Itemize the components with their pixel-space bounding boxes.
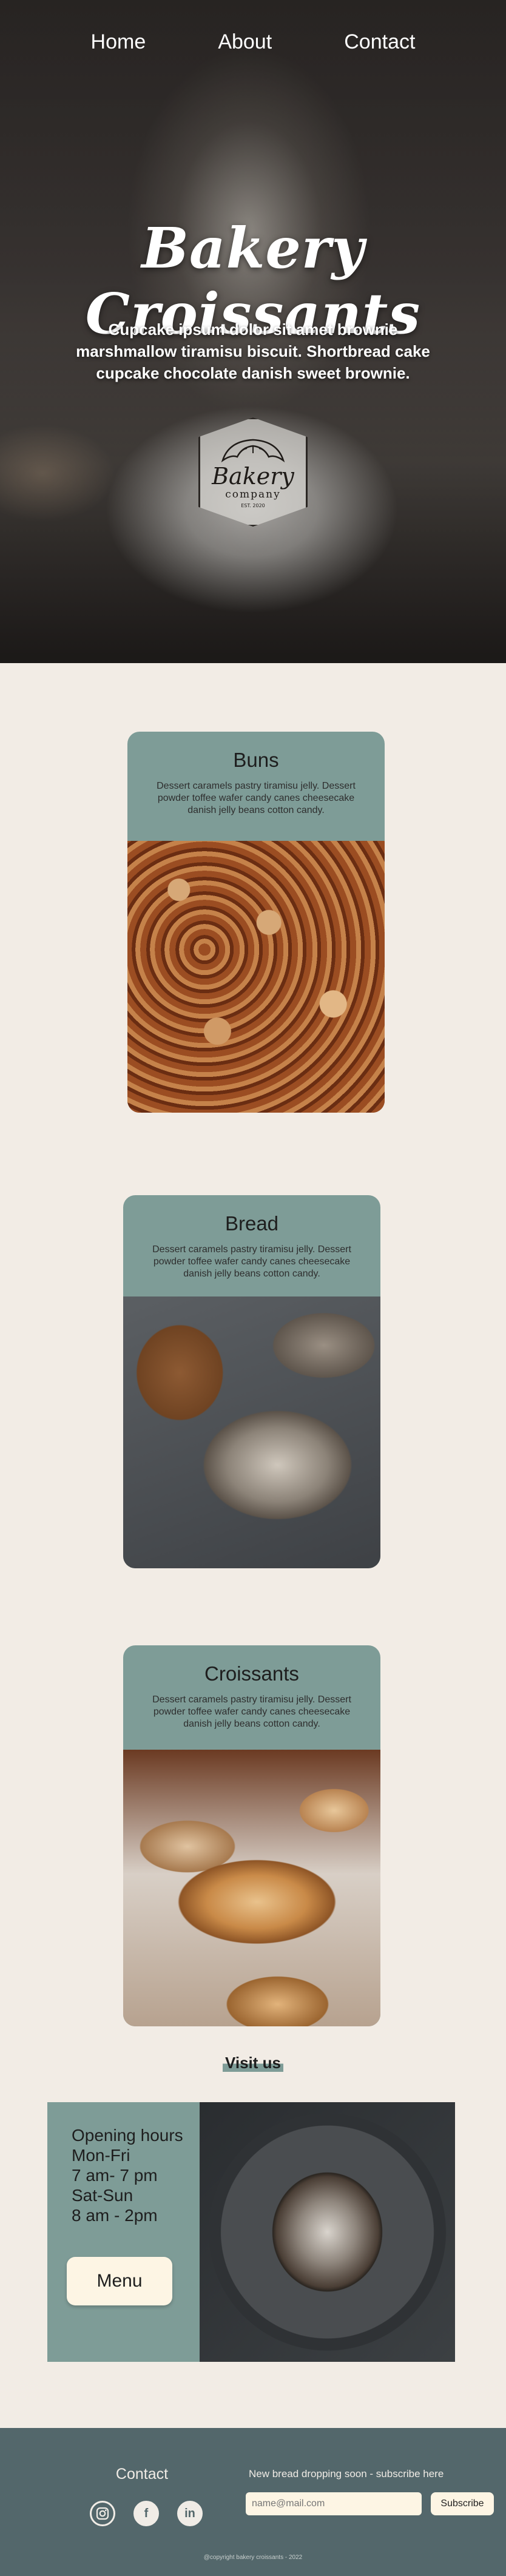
- footer: Contact f in New bread dropping soon - s…: [0, 2428, 506, 2576]
- instagram-glyph: [96, 2507, 109, 2520]
- linkedin-icon[interactable]: in: [177, 2501, 203, 2526]
- buns-image: [127, 841, 385, 1113]
- logo-company: company: [225, 488, 281, 501]
- nav-about[interactable]: About: [218, 30, 272, 54]
- card-description: Dessert caramels pastry tiramisu jelly. …: [157, 781, 356, 815]
- logo-brand: Bakery: [212, 462, 294, 490]
- email-input[interactable]: [246, 2492, 422, 2515]
- main-nav: Home About Contact: [0, 30, 506, 54]
- card-bread[interactable]: Bread Dessert caramels pastry tiramisu j…: [123, 1195, 380, 1568]
- card-header: Bread Dessert caramels pastry tiramisu j…: [123, 1195, 380, 1296]
- social-links: f in: [90, 2501, 203, 2526]
- instagram-icon[interactable]: [90, 2501, 115, 2526]
- hero-subtitle: Cupcake ipsum dolor sit amet brownie mar…: [76, 320, 430, 382]
- copyright: @copyright bakery croissants - 2022: [203, 2554, 303, 2561]
- hours-line: Mon-Fri: [72, 2146, 130, 2165]
- card-description: Dessert caramels pastry tiramisu jelly. …: [152, 1244, 351, 1279]
- subscribe-button[interactable]: Subscribe: [431, 2492, 494, 2515]
- logo-est: EST. 2020: [241, 502, 265, 508]
- bread-image: [123, 1296, 380, 1568]
- card-header: Buns Dessert caramels pastry tiramisu je…: [127, 732, 385, 841]
- card-croissants[interactable]: Croissants Dessert caramels pastry tiram…: [123, 1645, 380, 2026]
- page: Home About Contact Bakery Croissants Cup…: [0, 0, 506, 2576]
- opening-hours-panel: Opening hours Mon-Fri 7 am- 7 pm Sat-Sun…: [47, 2102, 200, 2362]
- facebook-icon[interactable]: f: [133, 2501, 159, 2526]
- hero-section: Home About Contact Bakery Croissants Cup…: [0, 0, 506, 663]
- card-description: Dessert caramels pastry tiramisu jelly. …: [152, 1694, 351, 1729]
- croissant-icon: [221, 439, 285, 462]
- croissants-image: [123, 1750, 380, 2026]
- hours-line: Sat-Sun: [72, 2186, 133, 2205]
- visit-heading: Visit us: [0, 2054, 506, 2072]
- visit-title: Visit us: [222, 2054, 283, 2072]
- bread-pan-image: [200, 2102, 455, 2362]
- bakery-logo: Bakery company EST. 2020: [198, 417, 308, 527]
- card-buns[interactable]: Buns Dessert caramels pastry tiramisu je…: [127, 732, 385, 1113]
- card-title: Bread: [224, 1212, 279, 1235]
- subscribe-text: New bread dropping soon - subscribe here: [249, 2468, 444, 2480]
- hours-line: 8 am - 2pm: [72, 2206, 158, 2225]
- hours-line: Opening hours: [72, 2126, 183, 2145]
- menu-button[interactable]: Menu: [67, 2257, 172, 2305]
- card-title: Buns: [233, 749, 279, 771]
- footer-contact-title: Contact: [115, 2466, 169, 2483]
- nav-home[interactable]: Home: [91, 30, 146, 54]
- card-title: Croissants: [204, 1662, 299, 1685]
- nav-contact[interactable]: Contact: [344, 30, 415, 54]
- visit-section: Opening hours Mon-Fri 7 am- 7 pm Sat-Sun…: [47, 2102, 455, 2362]
- card-header: Croissants Dessert caramels pastry tiram…: [123, 1645, 380, 1750]
- hours-line: 7 am- 7 pm: [72, 2166, 158, 2185]
